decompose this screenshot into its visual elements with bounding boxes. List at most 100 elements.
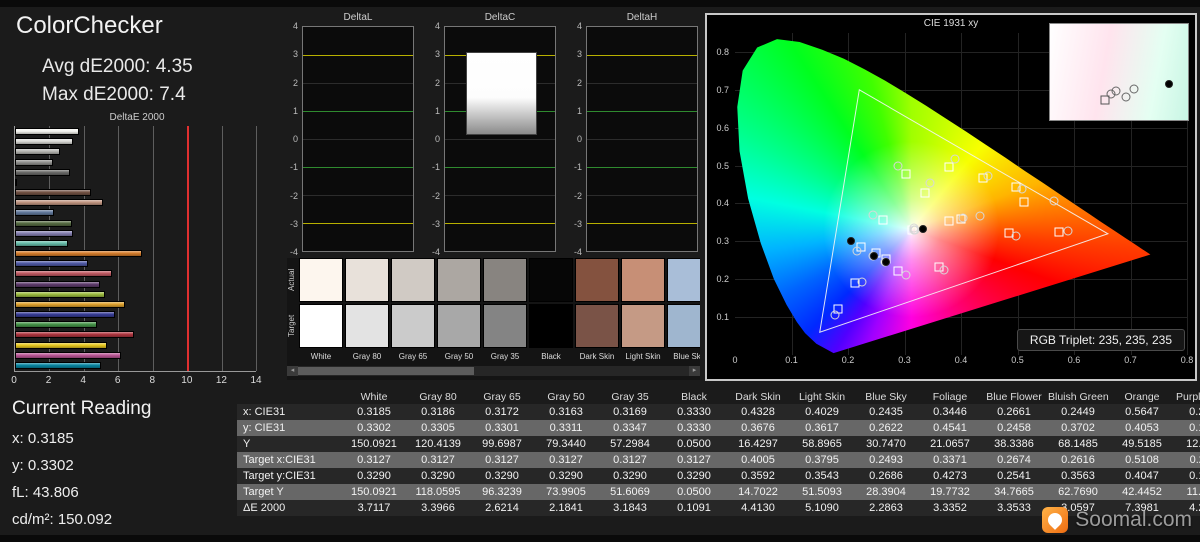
delta-chart-ytick: 2 <box>576 77 582 88</box>
deltae-bar-chart-title: DeltaE 2000 <box>109 112 165 123</box>
watermark-text: Soomal.com <box>1075 508 1192 531</box>
cie-ytick-label: 0.3 <box>716 236 729 247</box>
target-marker <box>944 216 954 226</box>
delta-chart-gridline <box>587 55 697 56</box>
deltae-bar <box>15 250 143 258</box>
table-header-cell: Gray 80 <box>419 390 457 403</box>
deltae-bar <box>15 138 74 146</box>
deltae-bar <box>15 199 103 207</box>
table-cell: 0.3163 <box>549 406 583 418</box>
table-row: Y 150.0921 120.4139 99.6987 79.3440 57.2984 0.… <box>237 436 1200 452</box>
table-row-label: Target y:CIE31 <box>243 470 316 482</box>
table-cell: 0.3617 <box>805 422 839 434</box>
table-cell: 0.3301 <box>485 422 519 434</box>
delta-chart-gridline <box>587 139 697 140</box>
measured-marker <box>975 211 985 221</box>
swatch-label: Gray 50 <box>444 352 474 361</box>
table-cell: 0.3446 <box>933 406 967 418</box>
delta-chart-gridline <box>587 223 697 224</box>
delta-chart-title: DeltaC <box>484 12 516 23</box>
scroll-left-arrow-icon[interactable]: ◂ <box>287 366 298 376</box>
table-cell: 0.4328 <box>741 406 775 418</box>
table-cell: 0.2458 <box>997 422 1031 434</box>
table-cell: 19.7732 <box>930 486 970 498</box>
deltae-bar <box>15 300 126 308</box>
table-cell: 0.4541 <box>933 422 967 434</box>
deltae-bar <box>15 331 135 339</box>
bar-chart-tick-label: 4 <box>80 375 86 386</box>
measured-marker <box>939 265 949 275</box>
deltae-bar <box>15 321 97 329</box>
table-cell: 62.7690 <box>1058 486 1098 498</box>
current-reading-fl: fL: 43.806 <box>12 484 79 501</box>
table-cell: 0.2493 <box>869 454 903 466</box>
cie-ytick-label: 0.5 <box>716 160 729 171</box>
deltae-bar-plot <box>14 126 257 372</box>
table-header-cell: Gray 35 <box>611 390 649 403</box>
swatch-scroll-track[interactable] <box>298 366 689 376</box>
table-cell: 49.5185 <box>1122 438 1162 450</box>
delta-chart-ytick: 0 <box>434 134 440 144</box>
swatch-actual <box>529 258 573 302</box>
table-header-cell: Blue Flower <box>986 390 1042 403</box>
swatch-labels: White Gray 80 Gray 65 Gray 50 Gray 35 Black Da… <box>299 350 700 363</box>
delta-chart-gridline <box>587 167 697 168</box>
table-cell: 0.3592 <box>741 470 775 482</box>
swatch-target <box>345 304 389 348</box>
measured-marker <box>958 213 968 223</box>
swatch-label: Black <box>541 352 561 361</box>
table-cell: 118.0595 <box>415 486 461 498</box>
table-cell: 0.3127 <box>549 454 583 466</box>
deltae-bar <box>15 209 55 217</box>
deltae-bar <box>15 270 112 278</box>
table-cell: 2.1841 <box>549 502 583 514</box>
measured-marker <box>1049 196 1059 206</box>
delta-chart-ytick: -1 <box>289 162 298 173</box>
table-cell: 3.3966 <box>421 502 455 514</box>
swatch-target <box>529 304 573 348</box>
table-row-label: x: CIE31 <box>243 406 286 418</box>
swatch-scroll-thumb[interactable] <box>298 367 474 375</box>
table-cell: 96.3239 <box>482 486 522 498</box>
table-cell: 0.3172 <box>485 406 519 418</box>
table-cell: 0.4053 <box>1125 422 1159 434</box>
delta-chart-ytick: 2 <box>292 77 298 88</box>
table-cell: 0.3795 <box>805 454 839 466</box>
cie-xtick-label: 0.2 <box>841 355 855 365</box>
delta-chart-gridline <box>587 195 697 196</box>
scroll-right-arrow-icon[interactable]: ▸ <box>689 366 700 376</box>
delta-chart-gridline <box>445 167 555 168</box>
measured-marker-dark <box>869 251 878 260</box>
cie-ytick-label: 0.7 <box>716 84 729 95</box>
table-cell: 0.4047 <box>1125 470 1159 482</box>
table-header-row: White Gray 80 Gray 65 Gray 50 Gray 35 Black Da… <box>237 389 1200 404</box>
swatch-panel: Actual Target White Gray 80 Gray 65 Gray 50… <box>287 258 700 380</box>
bottom-strip <box>0 535 1200 542</box>
table-cell: 0.2541 <box>997 470 1031 482</box>
swatch-actual <box>299 258 343 302</box>
swatch-label: Gray 65 <box>398 352 428 361</box>
delta-chart-ytick: -1 <box>431 162 440 173</box>
measured-marker-dark <box>881 258 890 267</box>
bar-chart-tick-label: 2 <box>45 375 52 386</box>
table-cell: 5.1090 <box>805 502 839 514</box>
deltae-bar <box>15 168 70 176</box>
swatch-row-label-target: Target <box>287 314 296 338</box>
bar-chart-tick-label: 8 <box>149 375 156 386</box>
table-row-label: Y <box>243 438 251 450</box>
table-cell: 0.5647 <box>1125 406 1159 418</box>
swatch-target <box>667 304 700 348</box>
table-cell: 2.6214 <box>485 502 519 514</box>
soomal-logo-icon <box>1042 507 1069 533</box>
delta-chart-gridline <box>445 223 555 224</box>
swatch-scrollbar[interactable]: ◂ ▸ <box>287 366 700 376</box>
table-row-label: Target Y <box>243 486 284 498</box>
table-row-label: y: CIE31 <box>243 422 286 434</box>
target-marker <box>944 162 954 172</box>
watermark: Soomal.com <box>1042 507 1192 533</box>
table-header-cell: Gray 50 <box>547 390 585 403</box>
table-row: x: CIE31 0.3185 0.3186 0.3172 0.3163 0.3169 0.… <box>237 404 1200 420</box>
deltae-bar <box>15 311 116 319</box>
cie-ylabels: 0.8 0.7 0.6 0.5 0.4 0.3 0.2 0.1 <box>709 33 731 355</box>
table-cell: 0.2248 <box>1189 406 1200 418</box>
